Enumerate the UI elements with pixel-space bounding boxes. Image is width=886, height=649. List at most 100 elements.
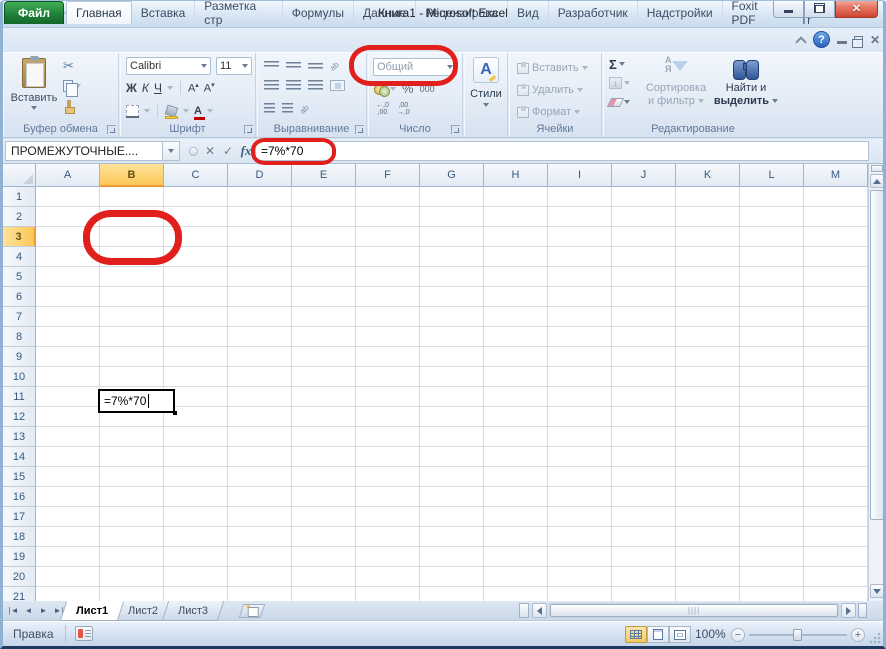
styles-button[interactable]: A Стили xyxy=(468,57,504,129)
column-header-a[interactable]: A xyxy=(36,164,100,187)
tab-рецензирова[interactable]: Рецензирова xyxy=(416,1,508,24)
tab-надстройки[interactable]: Надстройки xyxy=(638,1,723,24)
scroll-right-button[interactable] xyxy=(841,603,856,618)
horizontal-split-handle[interactable] xyxy=(858,603,867,618)
column-header-j[interactable]: J xyxy=(612,164,676,187)
horizontal-scroll-thumb[interactable]: |||| xyxy=(550,604,838,617)
row-header-5[interactable]: 5 xyxy=(3,267,36,287)
number-format-select[interactable]: Общий xyxy=(373,58,457,76)
format-cells-button[interactable]: Формат xyxy=(517,104,580,120)
row-header-18[interactable]: 18 xyxy=(3,527,36,547)
align-center-icon[interactable] xyxy=(286,80,301,91)
column-header-g[interactable]: G xyxy=(420,164,484,187)
page-break-view-button[interactable] xyxy=(669,626,691,643)
minimize-button[interactable] xyxy=(773,0,804,18)
paste-button[interactable]: Вставить xyxy=(10,56,58,130)
sort-filter-button[interactable]: А Я Сортировкаи фильтр xyxy=(643,56,709,132)
wrap-text-icon[interactable] xyxy=(300,102,313,114)
grow-font-button[interactable]: А▴ xyxy=(188,81,199,95)
row-header-9[interactable]: 9 xyxy=(3,347,36,367)
column-header-k[interactable]: K xyxy=(676,164,740,187)
delete-cells-button[interactable]: Удалить xyxy=(517,82,583,98)
cancel-entry-button[interactable]: ✕ xyxy=(201,142,219,160)
underline-button[interactable]: Ч xyxy=(154,81,162,95)
orientation-icon[interactable] xyxy=(330,59,343,71)
font-name-select[interactable]: Calibri xyxy=(126,57,211,75)
normal-view-button[interactable] xyxy=(625,626,647,643)
prev-sheet-icon[interactable]: ◄ xyxy=(22,603,35,618)
insert-sheet-icon[interactable] xyxy=(239,604,266,618)
autosum-button[interactable]: Σ xyxy=(609,57,630,71)
confirm-entry-button[interactable]: ✓ xyxy=(219,142,237,160)
fill-handle[interactable] xyxy=(173,411,177,415)
workbook-close-icon[interactable]: ✕ xyxy=(870,33,880,47)
macro-record-icon[interactable] xyxy=(75,626,93,641)
clear-button[interactable] xyxy=(609,95,630,109)
column-header-l[interactable]: L xyxy=(740,164,804,187)
row-header-16[interactable]: 16 xyxy=(3,487,36,507)
column-header-c[interactable]: C xyxy=(164,164,228,187)
vertical-scroll-thumb[interactable] xyxy=(870,190,883,520)
sheet-tab-лист1[interactable]: Лист1 xyxy=(60,601,125,621)
help-icon[interactable]: ? xyxy=(813,31,830,48)
row-header-17[interactable]: 17 xyxy=(3,507,36,527)
tab-главная[interactable]: Главная xyxy=(66,1,132,24)
row-header-8[interactable]: 8 xyxy=(3,327,36,347)
align-middle-icon[interactable] xyxy=(286,62,301,70)
cell-b3-edit[interactable]: =7%*70 xyxy=(98,389,175,413)
dialog-launcher-icon[interactable] xyxy=(451,125,460,134)
decrease-indent-icon[interactable] xyxy=(264,103,275,114)
fill-color-icon[interactable] xyxy=(165,106,178,116)
name-box-dropdown[interactable] xyxy=(163,141,180,161)
comma-format-icon[interactable]: 000 xyxy=(420,84,435,94)
column-header-m[interactable]: M xyxy=(804,164,868,187)
column-header-f[interactable]: F xyxy=(356,164,420,187)
font-size-select[interactable]: 11 xyxy=(216,57,252,75)
row-header-7[interactable]: 7 xyxy=(3,307,36,327)
row-header-13[interactable]: 13 xyxy=(3,427,36,447)
scroll-left-button[interactable] xyxy=(532,603,547,618)
fill-button[interactable]: ↓ xyxy=(609,76,630,90)
row-header-3[interactable]: 3 xyxy=(3,227,36,247)
align-bottom-icon[interactable] xyxy=(308,63,323,71)
page-layout-view-button[interactable] xyxy=(647,626,669,643)
name-box[interactable]: ПРОМЕЖУТОЧНЫЕ.... xyxy=(5,141,163,161)
borders-icon[interactable] xyxy=(126,105,139,118)
scroll-up-button[interactable] xyxy=(870,174,883,188)
column-header-h[interactable]: H xyxy=(484,164,548,187)
align-left-icon[interactable] xyxy=(264,80,279,91)
font-color-icon[interactable]: А xyxy=(194,106,202,116)
workbook-restore-icon[interactable] xyxy=(854,36,863,44)
sheet-tab-лист3[interactable]: Лист3 xyxy=(162,601,225,621)
tab-данные[interactable]: Данные xyxy=(354,1,416,24)
column-header-e[interactable]: E xyxy=(292,164,356,187)
column-header-i[interactable]: I xyxy=(548,164,612,187)
resize-grip[interactable] xyxy=(869,632,881,644)
next-sheet-icon[interactable]: ► xyxy=(37,603,50,618)
zoom-level[interactable]: 100% xyxy=(695,627,726,641)
select-all-corner[interactable] xyxy=(3,164,36,187)
zoom-in-button[interactable]: + xyxy=(851,628,865,642)
row-header-4[interactable]: 4 xyxy=(3,247,36,267)
row-header-1[interactable]: 1 xyxy=(3,187,36,207)
row-header-21[interactable]: 21 xyxy=(3,587,36,601)
formula-input[interactable]: =7%*70 xyxy=(255,141,869,161)
zoom-slider-thumb[interactable] xyxy=(793,629,802,641)
format-painter-button[interactable] xyxy=(63,99,75,113)
row-header-2[interactable]: 2 xyxy=(3,207,36,227)
row-header-11[interactable]: 11 xyxy=(3,387,36,407)
italic-button[interactable]: К xyxy=(142,81,149,95)
tab-вид[interactable]: Вид xyxy=(508,1,549,24)
zoom-out-button[interactable]: − xyxy=(731,628,745,642)
decrease-decimal-icon[interactable]: ,00 →,0 xyxy=(397,102,410,116)
minimize-ribbon-icon[interactable] xyxy=(796,35,806,45)
scroll-down-button[interactable] xyxy=(870,584,883,598)
tab-разработчик[interactable]: Разработчик xyxy=(549,1,638,24)
column-header-b[interactable]: B xyxy=(100,164,164,187)
find-select-button[interactable]: Найти ивыделить xyxy=(713,56,779,132)
tab-вставка[interactable]: Вставка xyxy=(132,1,196,24)
bold-button[interactable]: Ж xyxy=(126,81,137,95)
row-header-20[interactable]: 20 xyxy=(3,567,36,587)
dialog-launcher-icon[interactable] xyxy=(355,125,364,134)
tab-разметка-стр[interactable]: Разметка стр xyxy=(195,1,282,24)
